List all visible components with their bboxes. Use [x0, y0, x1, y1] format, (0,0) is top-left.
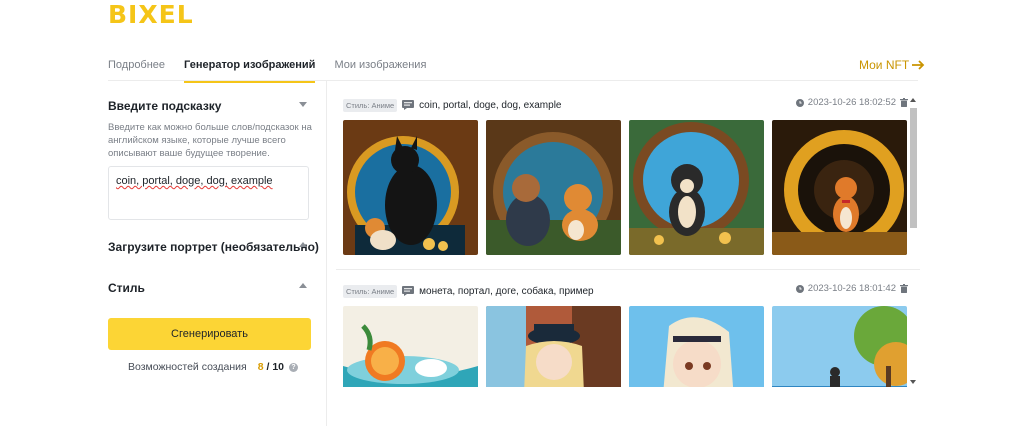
- generate-button[interactable]: Сгенерировать: [108, 318, 311, 350]
- my-nft-link[interactable]: Мои NFT: [859, 58, 925, 72]
- prompt-icon: [402, 100, 415, 110]
- card-prompt: coin, portal, doge, dog, example: [419, 99, 562, 111]
- scroll-thumb[interactable]: [910, 108, 917, 228]
- prompt-icon: [402, 286, 415, 296]
- card-prompt: монета, портал, доге, собака, пример: [419, 285, 594, 297]
- credits-counter: Возможностей создания 8 / 10 ?: [128, 361, 298, 373]
- credits-label: Возможностей создания: [128, 361, 247, 373]
- style-tag: Стиль: Аниме: [343, 284, 398, 298]
- chevron-up-icon[interactable]: [299, 283, 307, 288]
- help-icon[interactable]: ?: [289, 362, 298, 372]
- logo[interactable]: BIXEL: [108, 2, 194, 28]
- my-nft-label: Мои NFT: [859, 58, 910, 72]
- tab-image-generator[interactable]: Генератор изображений: [184, 55, 316, 83]
- style-tag: Стиль: Аниме: [343, 98, 398, 112]
- card-divider: [336, 269, 920, 270]
- generated-image[interactable]: [629, 120, 764, 255]
- generation-feed[interactable]: Стиль: Аниме coin, portal, doge, dog, ex…: [336, 93, 920, 387]
- chevron-up-icon[interactable]: [299, 242, 307, 247]
- clock-icon: [795, 284, 804, 293]
- tab-my-images[interactable]: Мои изображения: [334, 55, 426, 83]
- prompt-hint: Введите как можно больше слов/подсказок …: [108, 122, 312, 159]
- prompt-input[interactable]: coin, portal, doge, dog, example: [108, 166, 309, 220]
- generated-image[interactable]: [629, 306, 764, 387]
- trash-icon[interactable]: [900, 98, 908, 107]
- generated-image[interactable]: [486, 120, 621, 255]
- scroll-down-icon[interactable]: [910, 380, 916, 384]
- trash-icon[interactable]: [900, 284, 908, 293]
- credits-separator: /: [266, 361, 270, 373]
- arrow-right-icon: [912, 60, 925, 70]
- card-date: 2023-10-26 18:02:52: [807, 97, 896, 108]
- generated-image[interactable]: [772, 120, 907, 255]
- scroll-up-icon[interactable]: [910, 98, 916, 102]
- feed-scrollbar[interactable]: [909, 96, 918, 386]
- portrait-section-title[interactable]: Загрузите портрет (необязательно): [108, 240, 319, 254]
- prompt-input-value: coin, portal, doge, dog, example: [116, 175, 273, 187]
- credits-used: 8: [257, 361, 264, 373]
- generated-image[interactable]: [343, 306, 478, 387]
- chevron-down-icon[interactable]: [299, 102, 307, 107]
- generated-image[interactable]: [772, 306, 907, 387]
- panel-divider: [326, 81, 327, 426]
- card-date: 2023-10-26 18:01:42: [807, 283, 896, 294]
- generated-image[interactable]: [343, 120, 478, 255]
- clock-icon: [795, 98, 804, 107]
- tab-bar: Подробнее Генератор изображений Мои изоб…: [108, 55, 445, 83]
- header-divider: [108, 80, 918, 81]
- generated-image[interactable]: [486, 306, 621, 387]
- prompt-section-title[interactable]: Введите подсказку: [108, 99, 221, 113]
- credits-total: 10: [272, 361, 284, 373]
- style-section-title[interactable]: Стиль: [108, 281, 145, 295]
- tab-details[interactable]: Подробнее: [108, 55, 165, 83]
